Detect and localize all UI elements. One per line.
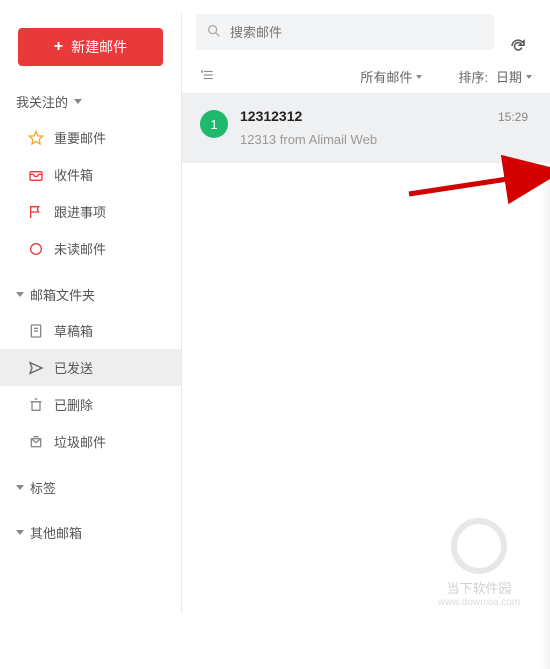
sort-value: 日期: [496, 67, 522, 86]
sidebar-item-label: 已发送: [54, 358, 93, 377]
sidebar-item-label: 未读邮件: [54, 239, 106, 258]
draft-icon: [28, 323, 44, 339]
list-toolbar: 所有邮件 排序: 日期: [182, 60, 550, 94]
refresh-icon: [509, 37, 527, 55]
section-others[interactable]: 其他邮箱: [0, 515, 181, 550]
email-preview: 12313 from Alimail Web: [240, 132, 532, 147]
chevron-down-icon: [16, 292, 24, 297]
compose-button[interactable]: + 新建邮件: [18, 28, 163, 66]
section-others-label: 其他邮箱: [30, 523, 82, 542]
sidebar: + 新建邮件 我关注的 重要邮件 收件箱 跟进事项 未读邮件 邮箱文件夹 草稿箱…: [0, 14, 182, 614]
sidebar-item-sent[interactable]: 已发送: [0, 349, 181, 386]
section-tags[interactable]: 标签: [0, 470, 181, 505]
plus-icon: +: [54, 38, 63, 56]
flag-icon: [28, 204, 44, 220]
section-favorites-label: 我关注的: [16, 92, 68, 111]
circle-icon: [28, 241, 44, 257]
chevron-down-icon: [74, 99, 82, 104]
sidebar-item-important[interactable]: 重要邮件: [0, 119, 181, 156]
sidebar-item-label: 收件箱: [54, 165, 93, 184]
sidebar-item-followup[interactable]: 跟进事项: [0, 193, 181, 230]
sidebar-item-drafts[interactable]: 草稿箱: [0, 312, 181, 349]
search-bar[interactable]: [196, 14, 494, 50]
main-pane: 所有邮件 排序: 日期 1 12312312 12313 from Alimai…: [182, 14, 550, 614]
watermark: 当下软件园 www.downxia.com: [414, 518, 544, 608]
watermark-logo-icon: [451, 518, 507, 574]
inbox-icon: [28, 167, 44, 183]
sort-dropdown[interactable]: 排序: 日期: [458, 67, 532, 86]
compose-label: 新建邮件: [71, 37, 127, 57]
section-folders-label: 邮箱文件夹: [30, 285, 95, 304]
sidebar-item-unread[interactable]: 未读邮件: [0, 230, 181, 267]
sidebar-item-label: 垃圾邮件: [54, 432, 106, 451]
sidebar-item-label: 已删除: [54, 395, 93, 414]
sidebar-item-inbox[interactable]: 收件箱: [0, 156, 181, 193]
chevron-down-icon: [16, 485, 24, 490]
search-icon: [206, 23, 222, 42]
section-tags-label: 标签: [30, 478, 56, 497]
section-favorites[interactable]: 我关注的: [0, 84, 181, 119]
star-icon: [28, 130, 44, 146]
section-folders[interactable]: 邮箱文件夹: [0, 277, 181, 312]
search-input[interactable]: [230, 25, 484, 40]
sidebar-item-deleted[interactable]: 已删除: [0, 386, 181, 423]
spam-icon: [28, 434, 44, 450]
refresh-button[interactable]: [500, 28, 536, 64]
watermark-title: 当下软件园: [414, 578, 544, 597]
chevron-down-icon: [16, 530, 24, 535]
sort-prefix: 排序:: [458, 67, 488, 86]
email-subject: 12312312: [240, 108, 532, 124]
sidebar-item-label: 跟进事项: [54, 202, 106, 221]
sidebar-item-spam[interactable]: 垃圾邮件: [0, 423, 181, 460]
trash-icon: [28, 397, 44, 413]
chevron-down-icon: [416, 75, 422, 79]
select-toggle-icon[interactable]: [200, 68, 216, 85]
email-list-item[interactable]: 1 12312312 12313 from Alimail Web 15:29: [182, 94, 550, 163]
sidebar-item-label: 草稿箱: [54, 321, 93, 340]
sidebar-item-label: 重要邮件: [54, 128, 106, 147]
filter-label: 所有邮件: [360, 67, 412, 86]
filter-dropdown[interactable]: 所有邮件: [360, 67, 422, 86]
sent-icon: [28, 360, 44, 376]
chevron-down-icon: [526, 75, 532, 79]
avatar: 1: [200, 110, 228, 138]
watermark-url: www.downxia.com: [414, 597, 544, 608]
email-content: 12312312 12313 from Alimail Web: [240, 108, 532, 147]
email-time: 15:29: [498, 110, 528, 124]
